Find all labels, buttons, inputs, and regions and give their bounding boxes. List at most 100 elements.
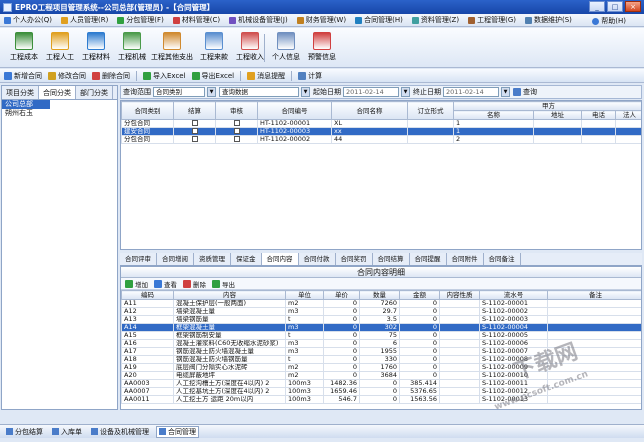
subtoolbar-button[interactable]: 导出Excel [191, 71, 234, 81]
task-tab[interactable]: 入库单 [50, 427, 84, 437]
audit-checkbox[interactable] [233, 136, 240, 142]
col-header[interactable]: 结算 [173, 101, 216, 120]
subtoolbar-button[interactable]: 修改合同 [48, 71, 86, 81]
settle-checkbox[interactable] [191, 120, 198, 126]
tab-detail[interactable]: 合同结算 [373, 253, 410, 265]
menu-item[interactable]: 分包管理(F) [117, 15, 164, 25]
menu-item[interactable]: 材料管理(C) [172, 15, 220, 25]
chevron-down-icon[interactable]: ▼ [401, 87, 410, 97]
table-row[interactable]: A11 混凝土保护层(一般两面) m2 0 7260 0 S-1102-00001 [121, 299, 641, 308]
tab-detail[interactable]: 资质管理 [194, 253, 231, 265]
settle-checkbox[interactable] [191, 128, 198, 134]
table-row[interactable]: AA0011 人工挖土方 运距 20m以内 100m3 546.7 0 1563.56 S-… [121, 395, 641, 404]
col-header[interactable]: 编码 [121, 290, 174, 300]
col-header[interactable]: 合同名称 [331, 101, 408, 120]
tree-node[interactable]: 公司总部 [2, 100, 50, 109]
col-header[interactable]: 订立形式 [407, 101, 454, 120]
subtoolbar-button[interactable]: 删除合同 [92, 71, 130, 81]
col-header[interactable]: 合同类别 [121, 101, 174, 120]
chevron-down-icon[interactable]: ▼ [501, 87, 510, 97]
subtoolbar-button[interactable]: 导入Excel [143, 71, 186, 81]
audit-checkbox[interactable] [233, 128, 240, 134]
menu-item[interactable]: 财务管理(W) [296, 15, 346, 25]
toolbar-button[interactable]: 工程机械 [114, 31, 150, 65]
col-header[interactable]: 单价 [323, 290, 360, 300]
tab-detail[interactable]: 合同奖罚 [336, 253, 373, 265]
chevron-down-icon[interactable]: ▼ [301, 87, 310, 97]
subtoolbar-button[interactable]: 消息提醒 [247, 71, 285, 81]
tab-detail[interactable]: 合同提醒 [410, 253, 447, 265]
table-row[interactable]: 分包合同 HT-1102-00002 44 2 [121, 135, 641, 144]
tab-detail[interactable]: 保证金 [231, 253, 262, 265]
toolbar-button[interactable]: 个人信息 [268, 31, 304, 65]
tab-project-category[interactable]: 项目分类 [2, 86, 39, 99]
table-row[interactable]: A12 墙梁混凝土量 m3 0 29.7 0 S-1102-00002 [121, 307, 641, 316]
col-header[interactable]: 法人 [615, 110, 641, 120]
help-menu[interactable]: 帮助(H) [592, 16, 626, 26]
tab-detail[interactable]: 合同备注 [484, 253, 521, 265]
audit-checkbox[interactable] [233, 120, 240, 126]
col-header[interactable]: 甲方 [453, 101, 641, 111]
query-data-field[interactable]: 查询数据 [219, 87, 299, 97]
task-tab[interactable]: 设备及机械管理 [89, 427, 151, 437]
col-header[interactable]: 内容性质 [439, 290, 480, 300]
minimize-button[interactable]: _ [589, 1, 605, 12]
tab-detail[interactable]: 合同增阅 [157, 253, 194, 265]
settle-checkbox[interactable] [191, 136, 198, 142]
menu-item[interactable]: 机械设备管理(J) [229, 15, 288, 25]
table-row[interactable]: 分包合同 HT-1102-00001 XL 1 [121, 119, 641, 128]
table-row[interactable]: AA0007 人工挖基坑土方(深度在4以内) 2 100m3 1659.46 0 5376… [121, 387, 641, 396]
cell [582, 216, 616, 224]
menu-item[interactable]: 工程管理(G) [468, 15, 516, 25]
col-header[interactable]: 金额 [399, 290, 440, 300]
menu-item[interactable]: 合同管理(H) [355, 15, 403, 25]
toolbar-button[interactable]: 工程成本 [6, 31, 42, 65]
range-select[interactable]: 合同类别 [153, 87, 205, 97]
detail-tool-button[interactable]: 查看 [154, 279, 177, 289]
maximize-button[interactable]: □ [607, 1, 623, 12]
col-header[interactable]: 单位 [285, 290, 324, 300]
col-header[interactable]: 内容 [173, 290, 286, 300]
cell [332, 144, 408, 152]
menu-item[interactable]: 人员管理(R) [60, 15, 108, 25]
menu-item[interactable]: 个人办公(Q) [4, 15, 52, 25]
col-header[interactable]: 地址 [533, 110, 582, 120]
col-header[interactable]: 备注 [547, 290, 641, 300]
task-tab[interactable]: 合同管理 [156, 425, 199, 438]
tab-detail[interactable]: 合同评审 [120, 253, 157, 265]
col-header[interactable]: 流水号 [479, 290, 548, 300]
start-date-field[interactable]: 2011-02-14 [343, 87, 399, 97]
toolbar-button[interactable]: 工程来款 [196, 31, 232, 65]
detail-tool-button[interactable]: 删除 [183, 279, 206, 289]
close-button[interactable]: × [625, 1, 641, 12]
col-header[interactable]: 审核 [215, 101, 258, 120]
tab-contract-category[interactable]: 合同分类 [39, 86, 76, 99]
toolbar-button[interactable]: 工程人工 [42, 31, 78, 65]
col-header[interactable]: 电话 [581, 110, 616, 120]
chevron-down-icon[interactable]: ▼ [207, 87, 216, 97]
toolbar-button[interactable]: 工程材料 [78, 31, 114, 65]
detail-tool-button[interactable]: 增加 [125, 279, 148, 289]
table-row[interactable]: A14 框架混凝土量 m3 0 302 0 S-1102-00004 [121, 323, 641, 332]
task-tab[interactable]: 分包结算 [4, 427, 45, 437]
toolbar-button[interactable]: 工程其他支出 [150, 31, 194, 65]
subtoolbar-button[interactable]: 计算 [298, 71, 322, 81]
tab-detail[interactable]: 合同附件 [447, 253, 484, 265]
col-header[interactable]: 名称 [453, 110, 534, 120]
toolbar-button[interactable]: 预警信息 [304, 31, 340, 65]
subtoolbar-button[interactable]: 新增合同 [4, 71, 42, 81]
toolbar-button[interactable]: 工程收入 [232, 31, 268, 65]
col-header[interactable]: 合同编号 [257, 101, 332, 120]
tab-detail[interactable]: 合同付款 [299, 253, 336, 265]
table-row[interactable]: 建安合同 HT-1102-00003 xx 1 [121, 127, 641, 136]
detail-tool-button[interactable]: 导出 [212, 279, 235, 289]
query-button[interactable]: 查询 [513, 87, 537, 97]
menu-item[interactable]: 资料管理(Z) [411, 15, 459, 25]
menu-item[interactable]: 数据维护(S) [524, 15, 572, 25]
tree-node[interactable]: 朔州右玉 [2, 109, 117, 118]
table-row[interactable]: A13 墙梁钢筋量 t 0 3.5 0 S-1102-00003 [121, 315, 641, 324]
end-date-field[interactable]: 2011-02-14 [443, 87, 499, 97]
col-header[interactable]: 数量 [359, 290, 400, 300]
tab-detail[interactable]: 合同内容 [261, 253, 299, 265]
tab-department-category[interactable]: 部门分类 [76, 86, 113, 99]
